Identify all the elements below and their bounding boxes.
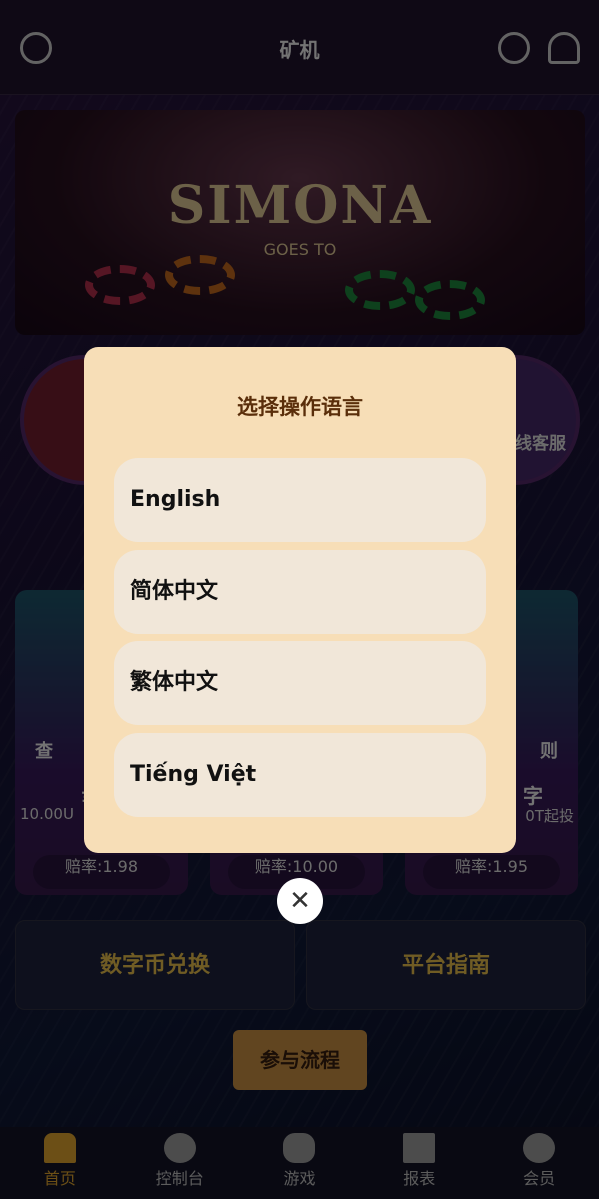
language-modal: 选择操作语言 English 简体中文 繁体中文 Tiếng Việt [84, 347, 516, 853]
bell-icon[interactable] [548, 32, 580, 64]
tab-label: 控制台 [155, 1169, 204, 1188]
language-option-vietnamese[interactable]: Tiếng Việt [114, 733, 486, 817]
tab-label: 首页 [43, 1169, 76, 1188]
bottom-tab-bar: 首页 控制台 游戏 报表 会员 [0, 1127, 599, 1199]
chip-image [165, 255, 235, 295]
globe-icon[interactable] [498, 32, 530, 64]
card-tag: 查 [35, 741, 53, 762]
card-odds-pill: 赔率:1.98 [33, 855, 170, 889]
modal-title: 选择操作语言 [237, 395, 363, 419]
card-min: 0T起投 [525, 807, 574, 825]
platform-guide-button[interactable]: 平台指南 [306, 920, 586, 1010]
controller-icon [283, 1133, 316, 1163]
chip-image [85, 265, 155, 305]
tab-console[interactable]: 控制台 [120, 1127, 240, 1199]
tab-label: 报表 [403, 1169, 436, 1188]
member-icon [523, 1133, 556, 1163]
language-option-traditional-chinese[interactable]: 繁体中文 [114, 641, 486, 725]
tab-member[interactable]: 会员 [479, 1127, 599, 1199]
language-option-simplified-chinese[interactable]: 简体中文 [114, 550, 486, 634]
banner-logo: SIMONA [167, 175, 433, 236]
tab-label: 会员 [523, 1169, 556, 1188]
banner[interactable]: SIMONA GOES TO [15, 110, 585, 335]
home-icon [43, 1133, 76, 1163]
card-odds-pill: 赔率:1.95 [423, 855, 560, 889]
chip-image [415, 280, 485, 320]
customer-service-label: 线客服 [515, 434, 566, 454]
tab-reports[interactable]: 报表 [359, 1127, 479, 1199]
card-min: 10.00U [20, 805, 74, 823]
tab-home[interactable]: 首页 [0, 1127, 120, 1199]
language-option-english[interactable]: English [114, 458, 486, 542]
gamepad-dpad-icon [163, 1133, 196, 1163]
card-odds: 赔率:1.95 [454, 857, 529, 876]
card-tag: 则 [540, 741, 558, 762]
chip-image [345, 270, 415, 310]
card-odds: 赔率:10.00 [254, 857, 339, 876]
card-odds: 赔率:1.98 [64, 857, 139, 876]
tab-label: 游戏 [283, 1169, 316, 1188]
close-icon[interactable]: ✕ [277, 878, 323, 924]
header: 矿机 [0, 0, 599, 95]
crypto-exchange-button[interactable]: 数字币兑换 [15, 920, 295, 1010]
participation-flow-button[interactable]: 参与流程 [233, 1030, 367, 1090]
chart-icon [403, 1133, 436, 1163]
banner-subtitle: GOES TO [263, 240, 337, 259]
tab-games[interactable]: 游戏 [240, 1127, 360, 1199]
